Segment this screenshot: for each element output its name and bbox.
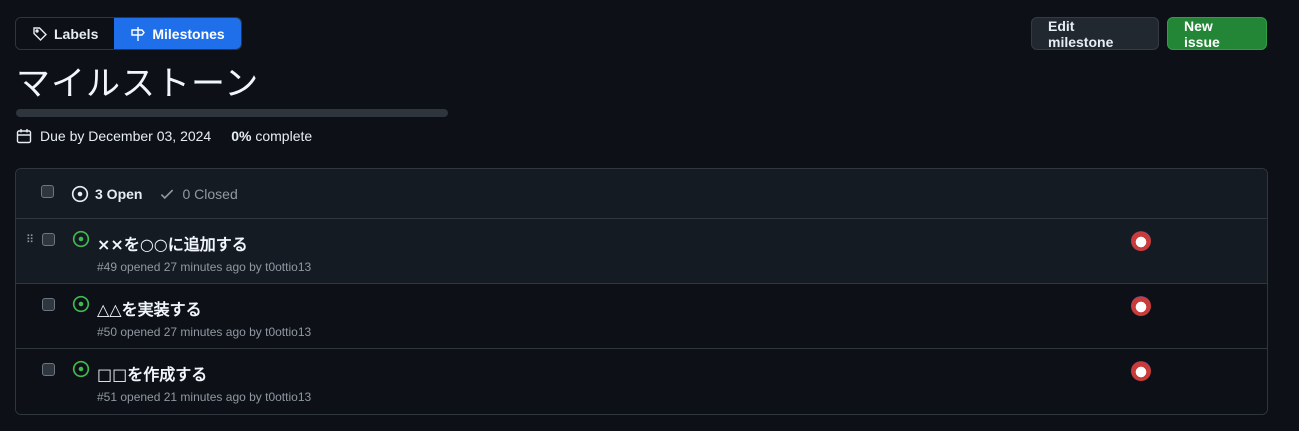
milestones-tab[interactable]: Milestones: [114, 18, 241, 49]
milestone-title: マイルストーン: [16, 64, 260, 104]
issue-list: 3 Open 0 Closed ⠿ ××を○○に追加する #49 opened …: [15, 168, 1268, 415]
milestone-page: Labels Milestones Edit milestone New iss…: [0, 0, 1299, 431]
issue-open-icon: [71, 185, 89, 202]
issue-title[interactable]: □□を作成する: [97, 361, 207, 385]
issue-row[interactable]: △△を実装する #50 opened 27 minutes ago by t0o…: [16, 284, 1267, 349]
open-filter[interactable]: 3 Open: [71, 185, 142, 203]
issue-title[interactable]: △△を実装する: [97, 296, 202, 320]
completion-label: complete: [255, 128, 313, 144]
assignee-avatar[interactable]: [1131, 296, 1151, 316]
milestone-progress-bar: [16, 109, 448, 117]
header-actions: Edit milestone New issue: [1031, 17, 1267, 50]
edit-milestone-button[interactable]: Edit milestone: [1031, 17, 1159, 50]
select-all-checkbox[interactable]: [41, 185, 54, 198]
issue-checkbox[interactable]: [42, 363, 55, 376]
milestone-meta: Due by December 03, 2024 0% complete: [16, 128, 312, 144]
milestone-icon: [131, 26, 146, 41]
labels-milestones-switcher: Labels Milestones: [15, 17, 242, 50]
issue-row[interactable]: □□を作成する #51 opened 21 minutes ago by t0o…: [16, 349, 1267, 414]
assignee-avatar[interactable]: [1131, 361, 1151, 381]
issue-open-icon: [72, 360, 90, 378]
labels-tab-label: Labels: [54, 25, 99, 42]
calendar-icon: [16, 129, 32, 144]
due-date: Due by December 03, 2024: [40, 128, 212, 144]
drag-handle-icon[interactable]: ⠿: [26, 235, 34, 246]
issue-title[interactable]: ××を○○に追加する: [97, 231, 248, 255]
new-issue-button[interactable]: New issue: [1167, 17, 1267, 50]
issue-meta: #49 opened 27 minutes ago by t0ottio13: [97, 260, 312, 274]
issue-meta: #50 opened 27 minutes ago by t0ottio13: [97, 325, 312, 339]
closed-count: 0 Closed: [182, 185, 238, 202]
issue-row[interactable]: ⠿ ××を○○に追加する #49 opened 27 minutes ago b…: [16, 219, 1267, 284]
labels-tab[interactable]: Labels: [16, 18, 115, 49]
open-count: 3 Open: [95, 185, 143, 202]
issue-list-header: 3 Open 0 Closed: [16, 169, 1267, 219]
completion: 0% complete: [231, 128, 312, 144]
issue-open-icon: [72, 230, 90, 248]
issue-checkbox[interactable]: [42, 298, 55, 311]
closed-filter[interactable]: 0 Closed: [158, 185, 238, 203]
milestones-tab-label: Milestones: [152, 25, 225, 42]
assignee-avatar[interactable]: [1131, 231, 1151, 251]
tag-icon: [33, 26, 47, 41]
completion-percent: 0%: [231, 128, 252, 144]
issue-meta: #51 opened 21 minutes ago by t0ottio13: [97, 390, 312, 404]
issue-checkbox[interactable]: [42, 233, 55, 246]
check-icon: [161, 188, 174, 199]
issue-open-icon: [72, 295, 90, 313]
